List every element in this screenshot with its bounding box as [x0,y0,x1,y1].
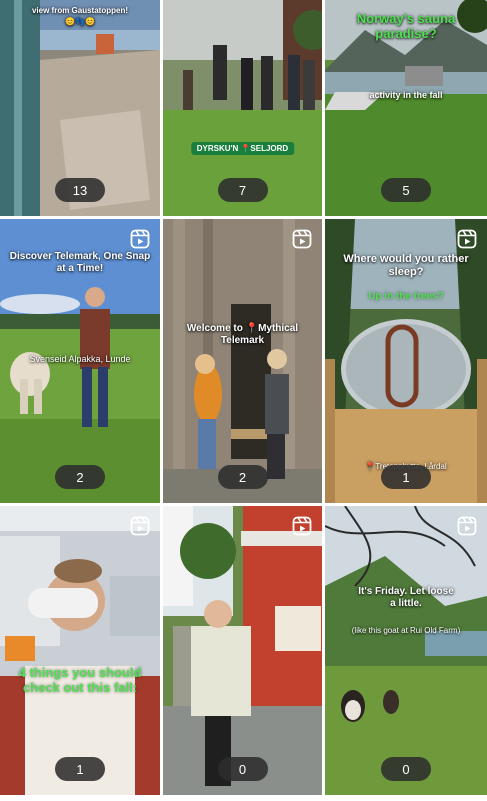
reel-tile-7[interactable]: 4 things you should check out this fall:… [0,506,160,795]
view-count-badge: 2 [55,465,105,489]
tile-6-caption: Where would you rather sleep? [343,253,469,278]
view-count-badge: 5 [381,178,431,202]
location-tag: DYRSKU'N 📍SELJORD [190,142,295,155]
tile-3-caption: Norway's sauna paradise? [356,11,456,41]
tile-5-scene [163,219,322,503]
tile-4-subcaption: Svenseid Alpakka, Lunde [29,354,131,364]
view-count-badge: 7 [217,178,268,202]
reel-tile-8[interactable]: 0 [163,506,322,795]
view-count-badge: 0 [217,757,268,781]
tile-1-emojis: 😊👣😊 [65,17,95,26]
view-count-badge: 1 [381,465,431,489]
reels-icon [457,229,477,249]
tile-9-caption: It's Friday. Let loose a little. [358,586,454,609]
view-count-badge: 0 [381,757,431,781]
tile-6-subcaption: Up in the trees? [368,291,444,302]
tile-9-subcaption: (like this goat at Rui Old Farm) [351,626,461,635]
tile-7-caption: 4 things you should check out this fall: [18,665,142,695]
view-count-badge: 2 [217,465,268,489]
tile-8-scene [163,506,322,795]
tile-3-subcaption: activity in the fall [369,90,443,100]
reels-grid: view from Gaustatoppen! 😊👣😊 13 DYRSKU'N … [0,0,487,801]
reel-tile-6[interactable]: Where would you rather sleep? Up in the … [325,219,487,503]
tile-5-caption: Welcome to 📍Mythical Telemark [186,323,299,346]
reels-icon [457,516,477,536]
tile-4-caption: Discover Telemark, One Snap at a Time! [9,251,151,274]
reels-icon [130,229,150,249]
tile-9-scene [325,506,487,795]
reel-tile-1[interactable]: view from Gaustatoppen! 😊👣😊 13 [0,0,160,216]
reels-icon [292,516,312,536]
reel-tile-3[interactable]: Norway's sauna paradise? activity in the… [325,0,487,216]
reels-icon [130,516,150,536]
reel-tile-2[interactable]: DYRSKU'N 📍SELJORD 7 [163,0,322,216]
reel-tile-5[interactable]: Welcome to 📍Mythical Telemark 2 [163,219,322,503]
reels-icon [292,229,312,249]
view-count-badge: 1 [55,757,105,781]
view-count-badge: 13 [55,178,105,202]
reel-tile-4[interactable]: Discover Telemark, One Snap at a Time! S… [0,219,160,503]
tile-7-scene [0,506,160,795]
reel-tile-9[interactable]: It's Friday. Let loose a little. (like t… [325,506,487,795]
tile-1-caption: view from Gaustatoppen! [31,6,128,15]
